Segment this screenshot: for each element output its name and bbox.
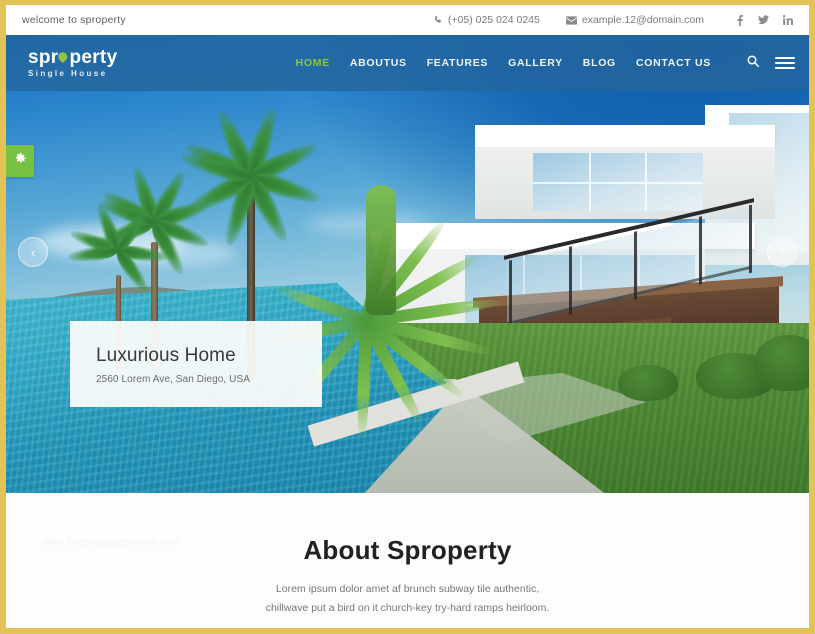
slide-caption-card: Luxurious Home 2560 Lorem Ave, San Diego… bbox=[70, 321, 322, 407]
theme-settings-button[interactable] bbox=[6, 145, 34, 177]
gear-icon bbox=[14, 152, 27, 170]
logo-text-pre: spr bbox=[28, 47, 59, 68]
nav-item-gallery[interactable]: GALLERY bbox=[508, 57, 563, 69]
slide-title: Luxurious Home bbox=[96, 345, 236, 366]
chevron-left-icon: ‹ bbox=[30, 244, 36, 260]
facebook-icon[interactable] bbox=[736, 14, 744, 26]
page-frame: welcome to sproperty (+05) 025 024 0245 … bbox=[0, 0, 815, 634]
slide-address: 2560 Lorem Ave, San Diego, USA bbox=[96, 374, 251, 385]
email-address: example.12@domain.com bbox=[581, 14, 704, 26]
tropical-plant bbox=[366, 185, 396, 315]
phone-contact[interactable]: (+05) 025 024 0245 bbox=[433, 14, 540, 26]
shrub bbox=[618, 365, 678, 401]
nav-icon-group bbox=[747, 54, 795, 72]
nav-item-aboutus[interactable]: ABOUTUS bbox=[350, 57, 407, 69]
about-paragraph-line-2: bird on it church-key try-hard ramps hei… bbox=[337, 602, 550, 615]
shrub bbox=[754, 335, 809, 391]
logo-tagline: Single House bbox=[28, 69, 108, 78]
social-links bbox=[736, 14, 793, 26]
nav-item-contact-us[interactable]: CONTACT US bbox=[636, 57, 711, 69]
nav-item-blog[interactable]: BLOG bbox=[583, 57, 616, 69]
main-navbar: spr perty Single House HOME ABOUTUS FEAT… bbox=[6, 35, 809, 91]
tropical-plant bbox=[257, 205, 506, 442]
villa-glass bbox=[533, 153, 703, 211]
nav-item-home[interactable]: HOME bbox=[296, 57, 330, 69]
phone-icon bbox=[433, 15, 443, 25]
nav-item-features[interactable]: FEATURES bbox=[427, 57, 488, 69]
site-logo[interactable]: spr perty Single House bbox=[28, 48, 117, 78]
welcome-text: welcome to sproperty bbox=[22, 14, 126, 26]
logo-wordmark: spr perty bbox=[28, 48, 117, 67]
top-utility-bar: welcome to sproperty (+05) 025 024 0245 … bbox=[6, 5, 809, 35]
linkedin-icon[interactable] bbox=[783, 15, 793, 25]
slider-next-button[interactable]: › bbox=[767, 237, 797, 267]
logo-text-post: perty bbox=[69, 47, 118, 68]
envelope-icon bbox=[565, 15, 577, 25]
site-viewport: welcome to sproperty (+05) 025 024 0245 … bbox=[6, 5, 809, 628]
twitter-icon[interactable] bbox=[758, 15, 769, 25]
email-contact[interactable]: example.12@domain.com bbox=[565, 14, 704, 26]
phone-number: (+05) 025 024 0245 bbox=[447, 14, 540, 26]
about-section: www.freetemplatesonline.com About Sprope… bbox=[6, 493, 809, 627]
hero-slider: spr perty Single House HOME ABOUTUS FEAT… bbox=[6, 35, 809, 493]
site-watermark: www.freetemplatesonline.com bbox=[42, 537, 181, 548]
primary-nav: HOME ABOUTUS FEATURES GALLERY BLOG CONTA… bbox=[296, 54, 795, 72]
about-paragraph: Lorem ipsum dolor amet af brunch subway … bbox=[258, 580, 558, 619]
search-icon[interactable] bbox=[747, 54, 759, 72]
hero-background-photo bbox=[6, 35, 809, 493]
hamburger-menu-icon[interactable] bbox=[775, 57, 795, 69]
villa-roof bbox=[475, 125, 775, 147]
chevron-right-icon: › bbox=[779, 244, 785, 260]
slider-prev-button[interactable]: ‹ bbox=[18, 237, 48, 267]
leaf-icon bbox=[56, 50, 70, 64]
